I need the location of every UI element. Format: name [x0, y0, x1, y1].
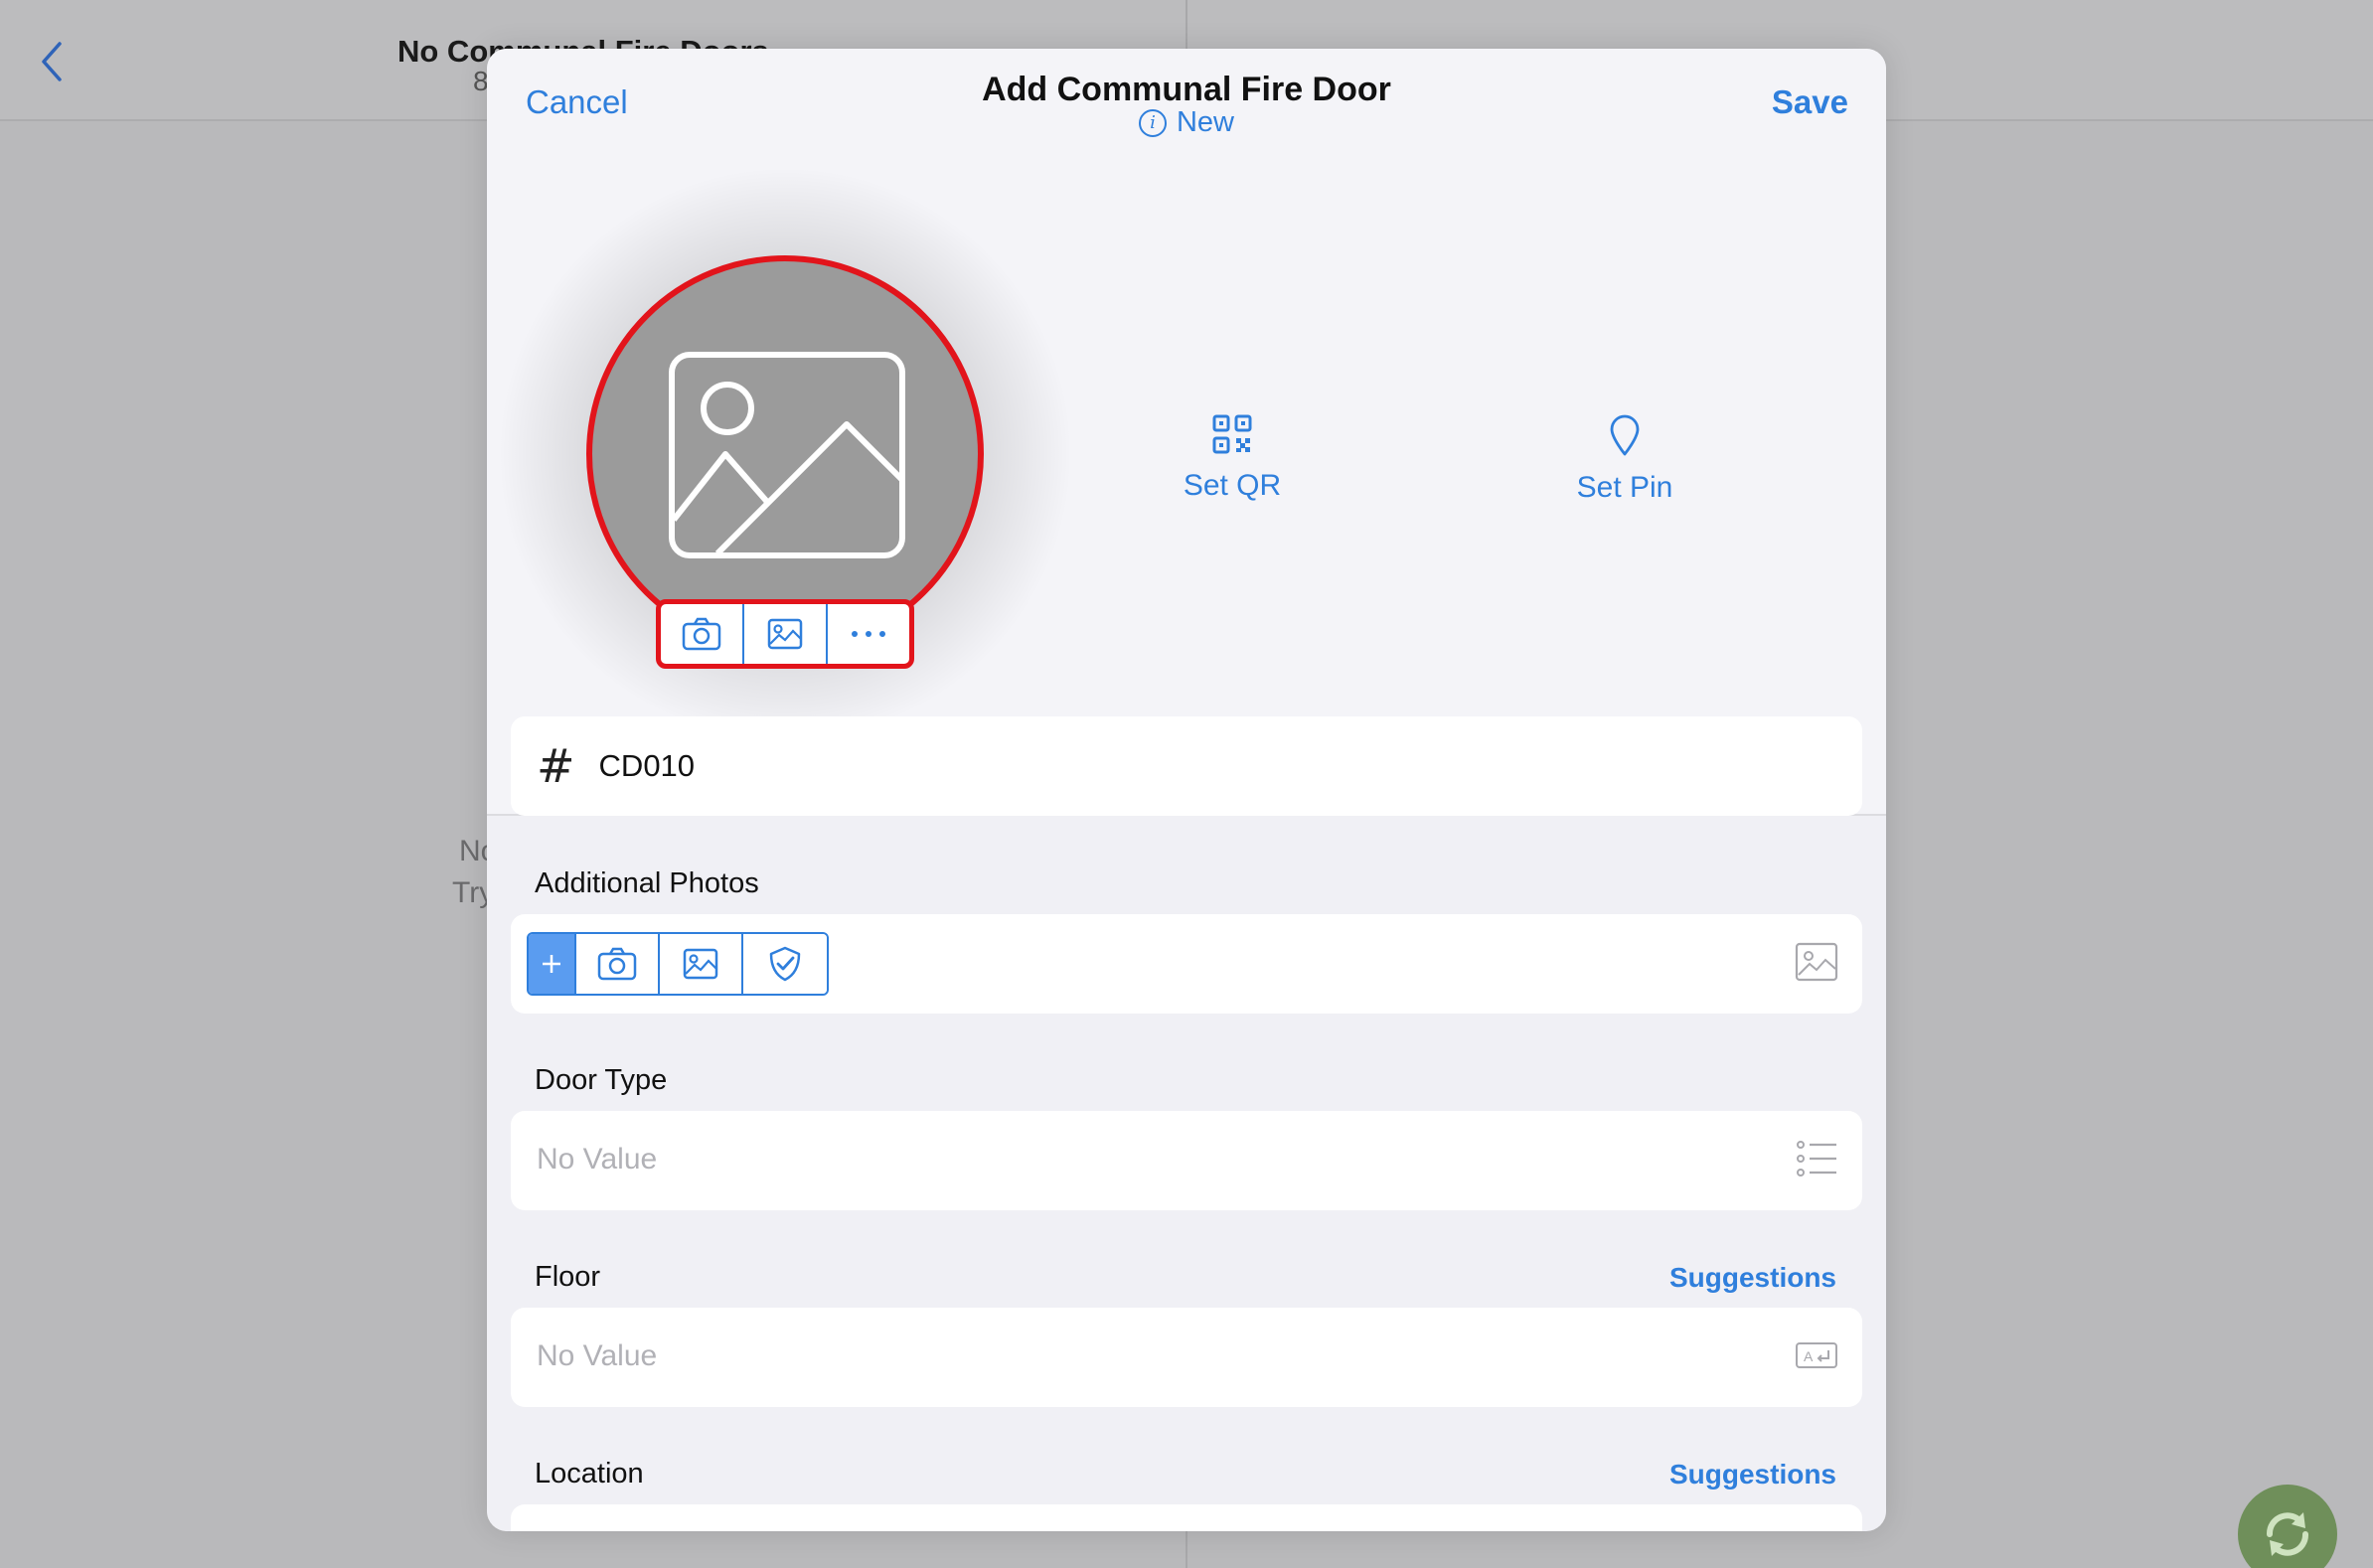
floor-field[interactable]: No Value A	[511, 1308, 1862, 1407]
list-icon	[1797, 1141, 1838, 1181]
floor-suggestions-button[interactable]: Suggestions	[1669, 1262, 1836, 1294]
primary-section: Set QR Set Pin # CD010	[487, 156, 1886, 816]
set-qr-label: Set QR	[1183, 469, 1282, 502]
map-pin-icon	[1610, 414, 1640, 456]
set-qr-button[interactable]: Set QR	[1173, 414, 1292, 503]
reference-value: CD010	[598, 748, 696, 783]
additional-library-button[interactable]	[660, 934, 743, 994]
photo-library-icon	[683, 948, 718, 980]
take-photo-button[interactable]	[661, 604, 744, 664]
plus-icon	[543, 955, 560, 973]
additional-photos-toolbar	[527, 932, 829, 996]
add-fire-door-modal: Cancel Add Communal Fire Door i New Save	[487, 49, 1886, 1531]
set-pin-label: Set Pin	[1576, 471, 1673, 504]
additional-photos-field	[511, 914, 1862, 1014]
door-type-field[interactable]: No Value	[511, 1111, 1862, 1210]
save-button[interactable]: Save	[1772, 83, 1848, 121]
more-options-button[interactable]	[828, 604, 909, 664]
modal-title: Add Communal Fire Door	[982, 71, 1391, 108]
back-chevron-icon[interactable]	[40, 40, 76, 89]
photo-library-icon	[767, 618, 803, 650]
status-label: New	[1176, 106, 1234, 138]
photo-placeholder[interactable]	[586, 255, 984, 653]
shield-check-icon	[769, 946, 801, 982]
hash-icon: #	[537, 739, 575, 793]
text-input-icon: A	[1795, 1341, 1838, 1374]
ellipsis-icon	[852, 631, 885, 637]
location-suggestions-button[interactable]: Suggestions	[1669, 1459, 1836, 1490]
choose-photo-button[interactable]	[744, 604, 828, 664]
svg-text:A: A	[1804, 1348, 1814, 1364]
info-icon: i	[1138, 108, 1167, 137]
image-placeholder-icon	[669, 352, 905, 558]
door-type-placeholder: No Value	[537, 1143, 658, 1176]
door-type-label: Door Type	[535, 1064, 668, 1096]
modal-header: Cancel Add Communal Fire Door i New Save	[487, 49, 1886, 160]
main-photo[interactable]	[487, 156, 1083, 752]
sync-icon	[2267, 1512, 2308, 1556]
floor-placeholder: No Value	[537, 1339, 658, 1372]
additional-photos-label: Additional Photos	[535, 867, 759, 899]
reference-field[interactable]: # CD010	[511, 716, 1862, 816]
location-field[interactable]	[511, 1504, 1862, 1531]
camera-icon	[597, 947, 637, 981]
additional-verify-button[interactable]	[743, 934, 827, 994]
floor-label: Floor	[535, 1261, 601, 1293]
camera-icon	[682, 617, 721, 651]
photo-toolbar	[656, 599, 914, 669]
set-pin-button[interactable]: Set Pin	[1560, 414, 1689, 505]
additional-camera-button[interactable]	[576, 934, 660, 994]
modal-status[interactable]: i New	[487, 106, 1886, 139]
gallery-icon[interactable]	[1795, 942, 1838, 987]
location-label: Location	[535, 1458, 644, 1490]
qr-code-icon	[1212, 414, 1252, 454]
add-photo-button[interactable]	[529, 934, 576, 994]
